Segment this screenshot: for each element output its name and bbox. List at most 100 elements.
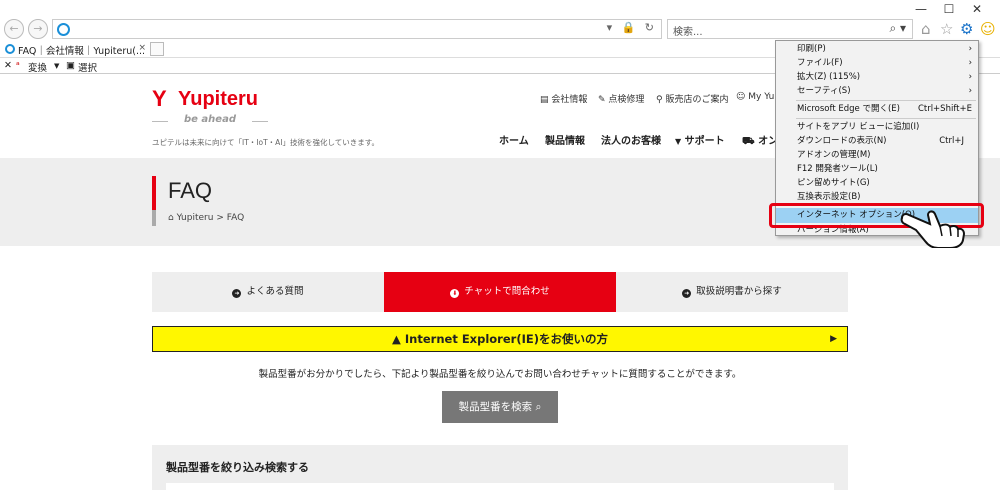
- menu-item-devtools[interactable]: F12 開発者ツール(L): [776, 163, 978, 176]
- ie-tab-icon: [5, 44, 15, 54]
- convert-button[interactable]: 変換: [28, 60, 47, 74]
- util-link-company[interactable]: ▤ 会社情報: [540, 92, 587, 105]
- address-tools[interactable]: ▾ 🔒 ↻: [607, 21, 657, 34]
- minimize-button[interactable]: —: [906, 0, 936, 18]
- wrench-icon: ✎: [598, 95, 606, 105]
- nav-support[interactable]: ▼ サポート: [675, 132, 725, 147]
- menu-label: アドオンの管理(M): [797, 150, 871, 160]
- user-icon: ☺: [736, 92, 746, 102]
- menu-item-addons[interactable]: アドオンの管理(M): [776, 149, 978, 162]
- tab-close-icon[interactable]: ×: [138, 43, 146, 53]
- tab-title: FAQ｜会社情報｜Yupiteru(...: [18, 46, 146, 57]
- submenu-arrow-icon: ›: [968, 86, 972, 96]
- menu-item-app-view[interactable]: サイトをアプリ ビューに追加(I): [776, 121, 978, 134]
- tab-chat[interactable]: ⬇ チャットで問合わせ: [384, 272, 616, 312]
- forward-button[interactable]: →: [28, 19, 48, 39]
- menu-shortcut: Ctrl+Shift+E: [917, 104, 972, 114]
- crumb-accent-bar: [152, 210, 156, 226]
- util-link-label: 点検修理: [608, 95, 645, 105]
- home-icon[interactable]: ⌂: [921, 20, 931, 38]
- back-arrow-icon: ←: [9, 22, 19, 35]
- convert-dropdown-icon[interactable]: ▼: [54, 62, 59, 70]
- nav-business[interactable]: 法人のお客様: [601, 132, 661, 147]
- menu-item-pinned[interactable]: ピン留めサイト(G): [776, 177, 978, 190]
- pointing-hand-icon: [900, 210, 966, 248]
- tab-faq[interactable]: FAQ｜会社情報｜Yupiteru(... ×: [2, 41, 148, 58]
- tab-manuals[interactable]: ➜ 取扱説明書から探す: [616, 272, 848, 312]
- tab-label: よくある質問: [246, 286, 304, 297]
- tab-faq-list[interactable]: ➜ よくある質問: [152, 272, 384, 312]
- search-model-button[interactable]: 製品型番を検索 ⌕: [442, 391, 558, 423]
- back-button[interactable]: ←: [4, 19, 24, 39]
- title-accent-bar: [152, 176, 156, 210]
- caret-down-icon: ▼: [675, 137, 682, 146]
- expand-arrow-icon: ▶: [830, 334, 837, 344]
- gear-icon[interactable]: ⚙: [960, 20, 973, 38]
- menu-item-downloads[interactable]: ダウンロードの表示(N) Ctrl+J: [776, 135, 978, 148]
- menu-item-print[interactable]: 印刷(P) ›: [776, 43, 978, 56]
- filter-section: 製品型番を絞り込み検索する: [152, 445, 848, 490]
- tab-label: 取扱説明書から探す: [696, 286, 782, 297]
- pin-icon: ⚲: [656, 95, 663, 105]
- favorites-star-icon[interactable]: ☆: [940, 20, 953, 38]
- menu-label: ピン留めサイト(G): [797, 178, 870, 188]
- intro-text: 製品型番がお分かりでしたら、下記より製品型番を絞り込んでお問い合わせチャットに質…: [258, 369, 742, 380]
- menu-label: 印刷(P): [797, 44, 826, 54]
- logo-mark: Y: [152, 86, 167, 111]
- search-placeholder: 検索...: [673, 27, 703, 38]
- tagline-rule-right: [252, 121, 268, 122]
- tagline: be ahead: [184, 114, 236, 125]
- smiley-feedback-icon[interactable]: ☺: [980, 20, 996, 38]
- warning-icon: ▲: [392, 332, 401, 346]
- submenu-arrow-icon: ›: [968, 58, 972, 68]
- ie-notice-banner[interactable]: ▲ Internet Explorer(IE)をお使いの方 ▶: [152, 326, 848, 352]
- cart-icon: ⛟: [742, 136, 755, 147]
- select-icon: ▣: [66, 60, 75, 71]
- nav-online[interactable]: ⛟ オン: [742, 132, 778, 149]
- util-link-label: My Yu: [748, 92, 775, 102]
- new-tab-button[interactable]: [150, 42, 164, 56]
- util-link-repair[interactable]: ✎ 点検修理: [598, 92, 644, 105]
- nav-support-label: サポート: [684, 136, 725, 147]
- arrow-down-circle-icon: ⬇: [450, 289, 460, 298]
- magnifier-icon: ⌕: [535, 401, 542, 413]
- page-title: FAQ: [168, 178, 213, 203]
- menu-item-file[interactable]: ファイル(F) ›: [776, 57, 978, 70]
- home-icon: ⌂: [168, 213, 174, 223]
- util-link-dealers[interactable]: ⚲ 販売店のご案内: [656, 92, 728, 105]
- select-button[interactable]: 選択: [78, 60, 97, 74]
- command-bar-close-icon[interactable]: ✕: [4, 60, 12, 71]
- arrow-right-circle-icon: ➜: [682, 289, 692, 298]
- company-copy: ユピテルは未来に向けて「IT・IoT・AI」技術を強化していきます。: [152, 138, 380, 147]
- building-icon: ▤: [540, 95, 549, 105]
- breadcrumb-home[interactable]: Yupiteru: [177, 213, 214, 223]
- menu-label: Microsoft Edge で開く(E): [797, 104, 900, 114]
- nav-home[interactable]: ホーム: [499, 132, 529, 147]
- address-bar[interactable]: ▾ 🔒 ↻: [52, 19, 662, 39]
- menu-item-safety[interactable]: セーフティ(S) ›: [776, 85, 978, 98]
- menu-label: 互換表示設定(B): [797, 192, 861, 202]
- breadcrumb-separator: >: [216, 213, 224, 223]
- address-row: ← → ▾ 🔒 ↻ 検索... ⌕ ▾ ⌂ ☆ ⚙ ☺: [0, 18, 1000, 40]
- util-link-label: 会社情報: [551, 95, 588, 105]
- nav-products[interactable]: 製品情報: [545, 132, 585, 147]
- arrow-right-circle-icon: ➜: [232, 289, 242, 298]
- breadcrumb-current: FAQ: [226, 213, 245, 223]
- tab-label: チャットで問合わせ: [464, 286, 550, 297]
- filter-title: 製品型番を絞り込み検索する: [166, 461, 309, 474]
- maximize-button[interactable]: ☐: [934, 0, 964, 18]
- forward-arrow-icon: →: [33, 22, 43, 35]
- search-box[interactable]: 検索... ⌕ ▾: [667, 19, 913, 39]
- menu-item-open-edge[interactable]: Microsoft Edge で開く(E) Ctrl+Shift+E: [776, 103, 978, 116]
- search-icon[interactable]: ⌕ ▾: [889, 21, 906, 36]
- breadcrumb: ⌂ Yupiteru > FAQ: [168, 213, 244, 223]
- menu-label: 拡大(Z) (115%): [797, 72, 861, 82]
- menu-label: ダウンロードの表示(N): [797, 136, 887, 146]
- util-link-myyu[interactable]: ☺ My Yu: [736, 92, 774, 102]
- menu-item-zoom[interactable]: 拡大(Z) (115%) ›: [776, 71, 978, 84]
- close-window-button[interactable]: ✕: [962, 0, 992, 18]
- menu-label: サイトをアプリ ビューに追加(I): [797, 122, 920, 132]
- window-titlebar: — ☐ ✕: [0, 0, 1000, 18]
- filter-panel: [166, 483, 834, 490]
- submenu-arrow-icon: ›: [968, 72, 972, 82]
